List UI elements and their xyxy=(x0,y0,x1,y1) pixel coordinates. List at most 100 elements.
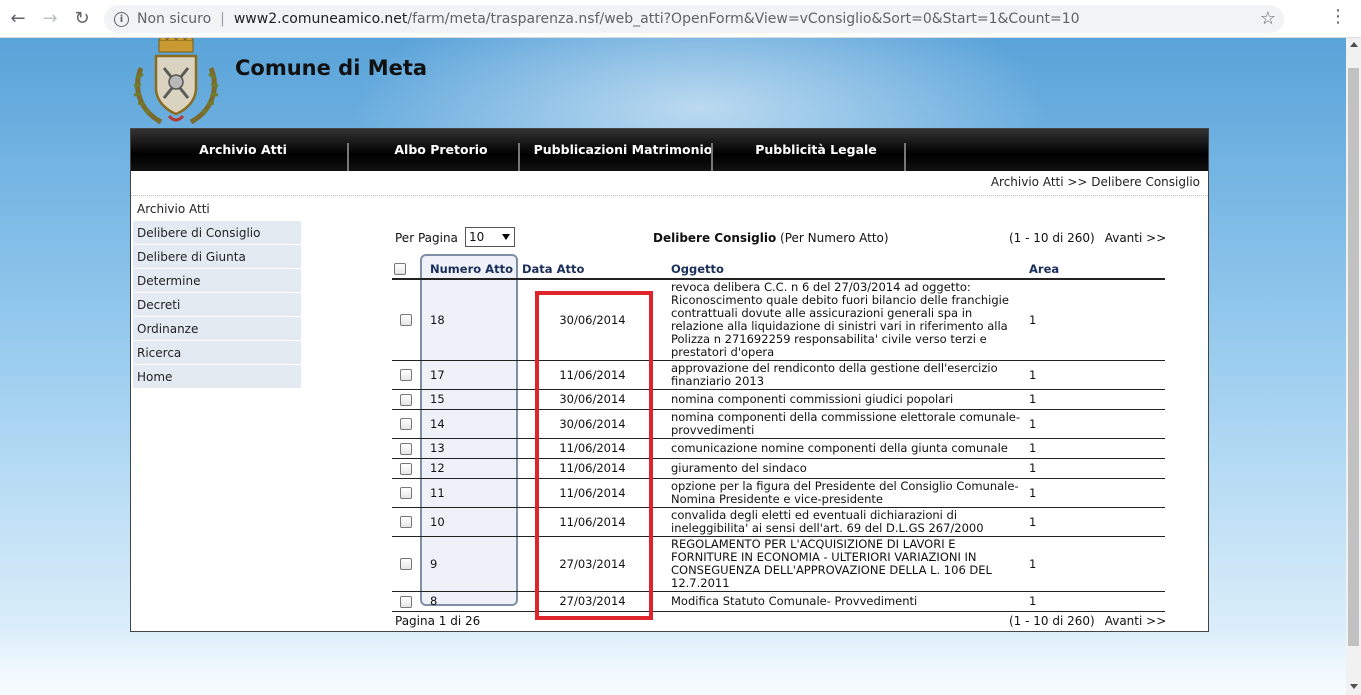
column-header-numero[interactable]: Numero Atto xyxy=(420,259,520,280)
row-checkbox[interactable] xyxy=(400,516,412,528)
cell-area: 1 xyxy=(1023,458,1165,479)
dotted-divider xyxy=(131,195,1208,196)
select-all-checkbox[interactable] xyxy=(394,263,406,275)
dropdown-arrow-icon xyxy=(502,234,510,240)
row-checkbox[interactable] xyxy=(400,393,412,406)
cell-numero: 8 xyxy=(420,591,520,612)
sidebar-item-determine[interactable]: Determine xyxy=(133,269,301,293)
per-page-value: 10 xyxy=(469,230,485,244)
table-row: 8 27/03/2014 Modifica Statuto Comunale- … xyxy=(392,591,1165,612)
column-header-data[interactable]: Data Atto xyxy=(520,259,665,280)
row-checkbox[interactable] xyxy=(400,418,412,430)
row-select-cell xyxy=(392,389,420,410)
cell-area: 1 xyxy=(1023,507,1165,537)
cell-area: 1 xyxy=(1023,478,1165,508)
nav-divider xyxy=(518,143,520,171)
row-checkbox[interactable] xyxy=(400,462,412,475)
date-column-annotation xyxy=(535,291,653,620)
next-page-link[interactable]: Avanti >> xyxy=(1105,231,1167,245)
row-select-cell xyxy=(392,360,420,390)
cell-area: 1 xyxy=(1023,360,1165,390)
sidebar-menu: Archivio Atti Delibere di Consiglio Deli… xyxy=(133,201,301,389)
address-bar[interactable]: i Non sicuro | www2.comuneamico.net/farm… xyxy=(104,5,1284,33)
cell-area: 1 xyxy=(1023,409,1165,439)
sidebar-item-home[interactable]: Home xyxy=(133,365,301,389)
cell-area: 1 xyxy=(1023,438,1165,459)
nav-albo-pretorio[interactable]: Albo Pretorio xyxy=(351,129,531,171)
row-select-cell xyxy=(392,458,420,479)
table-row: 17 11/06/2014 approvazione del rendicont… xyxy=(392,360,1165,390)
sidebar-heading: Archivio Atti xyxy=(137,202,210,216)
sidebar-item-decreti[interactable]: Decreti xyxy=(133,293,301,317)
table-row: 10 11/06/2014 convalida degli eletti ed … xyxy=(392,507,1165,537)
cell-numero: 14 xyxy=(420,409,520,439)
cell-area: 1 xyxy=(1023,389,1165,410)
cell-area: 1 xyxy=(1023,536,1165,592)
sidebar-item-delibere-giunta[interactable]: Delibere di Giunta xyxy=(133,245,301,269)
cell-oggetto-link[interactable]: convalida degli eletti ed eventuali dich… xyxy=(665,507,1023,537)
back-arrow-icon[interactable]: ← xyxy=(2,3,34,35)
url-separator: | xyxy=(220,11,225,27)
cell-oggetto-link[interactable]: nomina componenti della commissione elet… xyxy=(665,409,1023,439)
url-host: www2.comuneamico.net xyxy=(233,11,408,27)
cell-numero: 11 xyxy=(420,478,520,508)
cell-oggetto-link[interactable]: giuramento del sindaco xyxy=(665,458,1023,479)
nav-divider xyxy=(711,143,713,171)
per-page-select[interactable]: 10 xyxy=(465,227,515,247)
more-menu-icon[interactable]: ⋮ xyxy=(1329,8,1347,26)
nav-pubblicazioni-matrimonio[interactable]: Pubblicazioni Matrimonio xyxy=(523,129,723,171)
range-info: (1 - 10 di 260) xyxy=(1009,231,1095,245)
background-fade xyxy=(0,632,1346,695)
row-checkbox[interactable] xyxy=(400,314,412,326)
cell-numero: 13 xyxy=(420,438,520,459)
row-checkbox[interactable] xyxy=(400,595,412,608)
cell-oggetto-link[interactable]: approvazione del rendiconto della gestio… xyxy=(665,360,1023,390)
page-scrollbar[interactable] xyxy=(1346,38,1361,695)
sidebar-item-ordinanze[interactable]: Ordinanze xyxy=(133,317,301,341)
info-icon[interactable]: i xyxy=(114,11,129,27)
row-select-cell xyxy=(392,478,420,508)
page-info: Pagina 1 di 26 xyxy=(395,614,481,628)
cell-area: 1 xyxy=(1023,591,1165,612)
row-checkbox[interactable] xyxy=(400,558,412,570)
scroll-thumb[interactable] xyxy=(1348,68,1359,646)
row-select-cell xyxy=(392,507,420,537)
row-checkbox[interactable] xyxy=(400,487,412,499)
cell-numero: 17 xyxy=(420,360,520,390)
row-select-cell xyxy=(392,438,420,459)
pager-bottom: (1 - 10 di 260) Avanti >> xyxy=(1009,614,1166,628)
nav-archivio-atti[interactable]: Archivio Atti xyxy=(153,129,333,171)
table-row: 14 30/06/2014 nomina componenti della co… xyxy=(392,409,1165,439)
bookmark-star-icon[interactable]: ☆ xyxy=(1260,8,1276,29)
cell-numero: 9 xyxy=(420,536,520,592)
next-page-link[interactable]: Avanti >> xyxy=(1105,614,1167,628)
main-container: Archivio Atti Albo Pretorio Pubblicazion… xyxy=(130,128,1209,632)
cell-numero: 18 xyxy=(420,279,520,361)
cell-oggetto-link[interactable]: nomina componenti commissioni giudici po… xyxy=(665,389,1023,410)
row-checkbox[interactable] xyxy=(400,369,412,381)
cell-oggetto-link[interactable]: REGOLAMENTO PER L'ACQUISIZIONE DI LAVORI… xyxy=(665,536,1023,592)
column-header-area: Area xyxy=(1023,259,1165,280)
per-page-label: Per Pagina xyxy=(395,231,458,245)
view-title-sort: (Per Numero Atto) xyxy=(780,231,889,245)
reload-icon[interactable]: ↻ xyxy=(66,3,98,35)
cell-oggetto-link[interactable]: opzione per la figura del Presidente del… xyxy=(665,478,1023,508)
cell-oggetto-link[interactable]: revoca delibera C.C. n 6 del 27/03/2014 … xyxy=(665,279,1023,361)
scroll-up-icon[interactable] xyxy=(1350,42,1358,47)
nav-pubblicita-legale[interactable]: Pubblicità Legale xyxy=(721,129,911,171)
cell-oggetto-link[interactable]: comunicazione nomine componenti della gi… xyxy=(665,438,1023,459)
sidebar-item-ricerca[interactable]: Ricerca xyxy=(133,341,301,365)
cell-oggetto-link[interactable]: Modifica Statuto Comunale- Provvedimenti xyxy=(665,591,1023,612)
range-info: (1 - 10 di 260) xyxy=(1009,614,1095,628)
table-row: 18 30/06/2014 revoca delibera C.C. n 6 d… xyxy=(392,279,1165,361)
cell-area: 1 xyxy=(1023,279,1165,361)
table-row: 15 30/06/2014 nomina componenti commissi… xyxy=(392,389,1165,410)
scroll-down-icon[interactable] xyxy=(1350,684,1358,689)
forward-arrow-icon[interactable]: → xyxy=(34,3,66,35)
sidebar-item-delibere-consiglio[interactable]: Delibere di Consiglio xyxy=(133,221,301,245)
cell-numero: 15 xyxy=(420,389,520,410)
cell-numero: 12 xyxy=(420,458,520,479)
breadcrumb[interactable]: Archivio Atti >> Delibere Consiglio xyxy=(991,175,1200,189)
site-title: Comune di Meta xyxy=(235,56,428,80)
row-checkbox[interactable] xyxy=(400,442,412,455)
